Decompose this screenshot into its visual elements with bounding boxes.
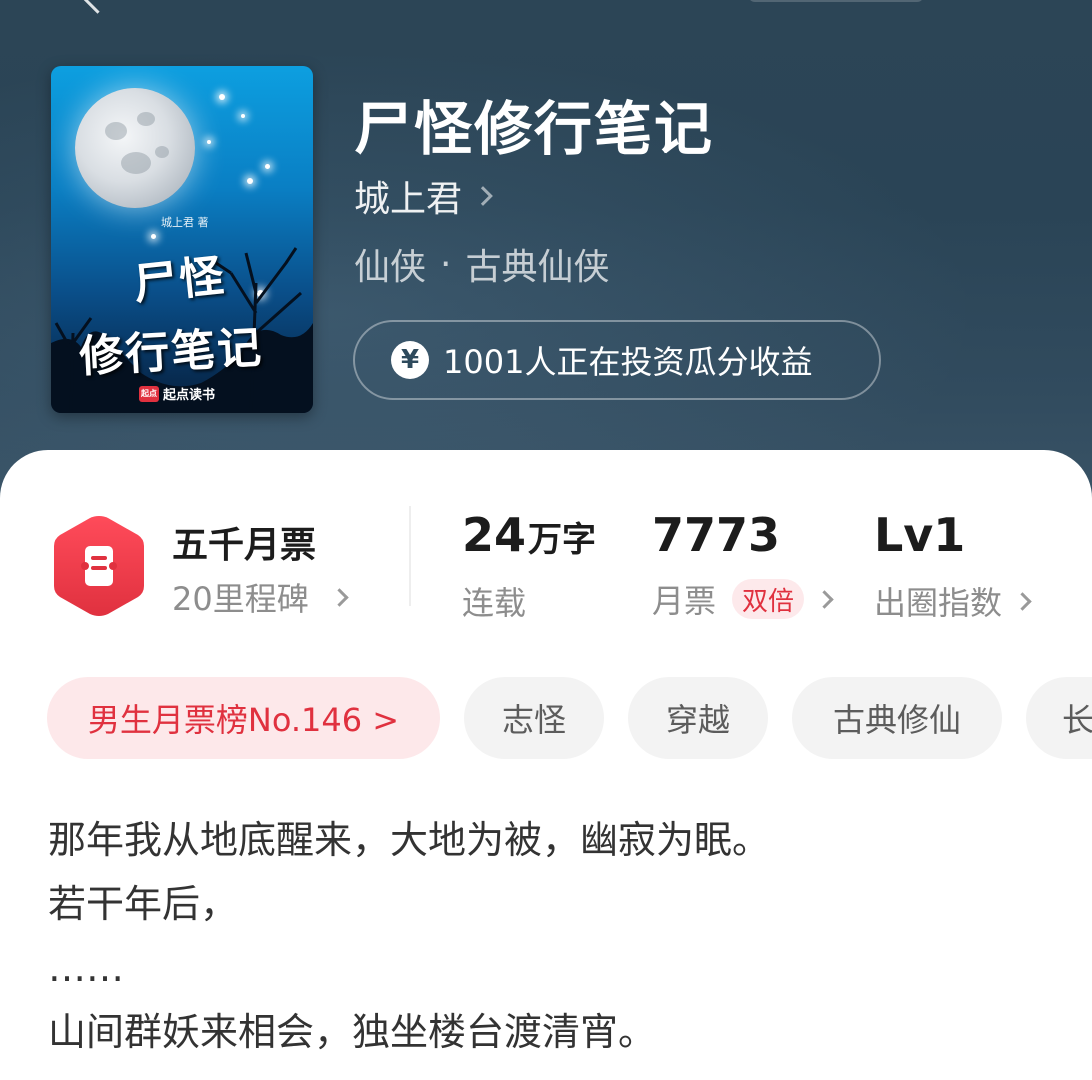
level-label: 出圈指数 xyxy=(874,584,1003,622)
top-action-pill[interactable] xyxy=(748,0,924,2)
book-synopsis[interactable]: 那年我从地底醒来，大地为被，幽寂为眠。 若干年后， …… 山间群妖来相会，独坐楼… xyxy=(48,808,1048,1064)
synopsis-line: 若干年后， xyxy=(48,882,239,926)
synopsis-line: 那年我从地底醒来，大地为被，幽寂为眠。 xyxy=(48,818,771,862)
invest-text: 1001人正在投资瓜分收益 xyxy=(443,343,813,381)
rank-tag[interactable]: 男生月票榜No.146 > xyxy=(47,677,440,759)
star-icon xyxy=(219,94,225,100)
cover-author-credit: 城上君 著 xyxy=(161,216,209,229)
monthly-ticket-title[interactable]: 五千月票 xyxy=(172,516,316,568)
invest-button[interactable]: ¥ 1001人正在投资瓜分收益 xyxy=(353,320,881,400)
publisher-name: 起点读书 xyxy=(163,388,216,403)
milestone-link[interactable]: 20里程碑 xyxy=(172,574,349,620)
word-count-unit: 万字 xyxy=(528,520,597,560)
synopsis-line: 山间群妖来相会，独坐楼台渡清宵。 xyxy=(48,1010,657,1054)
star-icon xyxy=(247,178,253,184)
milestone-text: 20里程碑 xyxy=(172,580,309,618)
star-icon xyxy=(265,164,270,169)
word-count-number: 24 xyxy=(462,508,527,562)
synopsis-line: …… xyxy=(48,946,124,990)
genre-breadcrumb: 仙侠 · 古典仙侠 xyxy=(354,238,609,290)
serial-status: 连载 xyxy=(462,578,526,624)
tag-item[interactable]: 古典修仙 xyxy=(792,677,1002,759)
chevron-right-icon xyxy=(1013,591,1032,611)
book-cover[interactable]: 城上君 著 尸怪 修行笔记 起点 起点读书 xyxy=(51,66,313,413)
monthly-ticket-icon[interactable] xyxy=(52,514,146,618)
chevron-right-icon xyxy=(473,186,493,206)
level-value: Lv1 xyxy=(874,508,966,562)
double-badge: 双倍 xyxy=(732,579,805,619)
star-icon xyxy=(241,114,245,118)
book-detail-page: 城上君 著 尸怪 修行笔记 起点 起点读书 尸怪修行笔记 城上君 仙侠 · 古典… xyxy=(0,0,1092,1080)
book-header: 城上君 著 尸怪 修行笔记 起点 起点读书 尸怪修行笔记 城上君 仙侠 · 古典… xyxy=(0,0,1092,520)
ticket-count: 7773 xyxy=(652,508,781,562)
cover-publisher: 起点 起点读书 xyxy=(139,384,215,403)
star-icon xyxy=(207,140,211,144)
moon-illustration xyxy=(75,88,195,208)
ticket-link[interactable]: 月票 双倍 xyxy=(652,576,834,622)
publisher-logo-icon: 起点 xyxy=(139,385,159,402)
stat-divider xyxy=(409,506,411,606)
serial-status-text: 连载 xyxy=(462,584,527,622)
tag-item[interactable]: 穿越 xyxy=(628,677,768,759)
subgenre-link[interactable]: 古典仙侠 xyxy=(465,238,609,290)
word-count: 24万字 xyxy=(462,508,596,562)
author-name: 城上君 xyxy=(354,179,463,220)
genre-separator: · xyxy=(440,243,452,285)
ticket-label: 月票 xyxy=(652,582,717,620)
tag-item[interactable]: 长 xyxy=(1026,677,1092,759)
genre-link[interactable]: 仙侠 xyxy=(354,238,426,290)
book-info-card: 五千月票 20里程碑 24万字 连载 7773 月票 双倍 Lv1 出圈指数 男… xyxy=(0,450,1092,1080)
chevron-right-icon xyxy=(815,589,834,609)
cover-title-line2: 修行笔记 xyxy=(78,322,265,383)
level-link[interactable]: 出圈指数 xyxy=(874,578,1032,624)
book-title: 尸怪修行笔记 xyxy=(354,95,715,163)
cover-title-line1: 尸怪 xyxy=(131,250,228,311)
yen-icon: ¥ xyxy=(391,341,429,379)
author-link[interactable]: 城上君 xyxy=(354,170,493,222)
chevron-right-icon xyxy=(330,587,349,607)
tag-item[interactable]: 志怪 xyxy=(464,677,604,759)
tag-row: 男生月票榜No.146 > 志怪 穿越 古典修仙 长 xyxy=(47,677,1092,759)
